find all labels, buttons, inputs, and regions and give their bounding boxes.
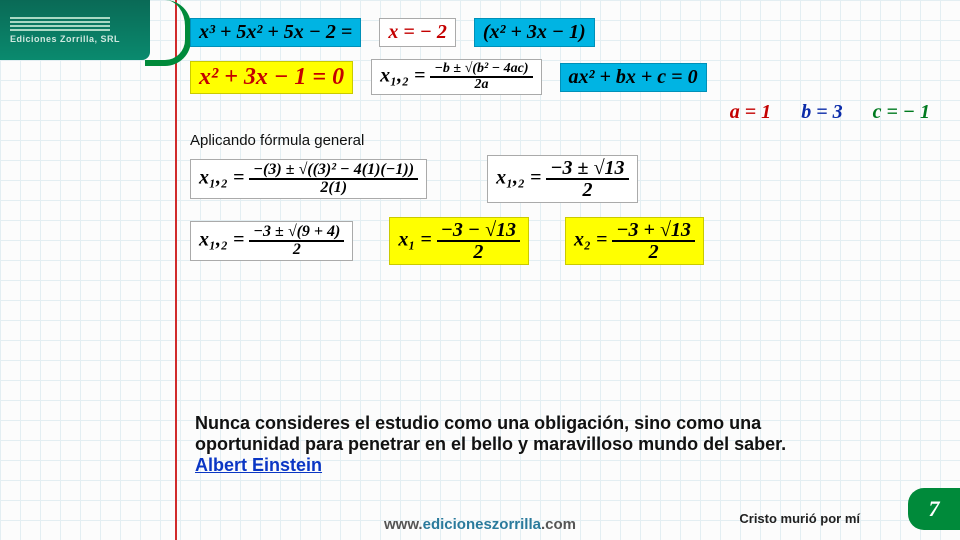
margin-rule [175,0,177,540]
row-coefs: a = 1 b = 3 c = − 1 [190,101,930,124]
footer-site: www.www.edicioneszorrilla.comedicioneszo… [384,516,576,533]
solution-2: x₂ = −3 + √13 2 [565,217,704,265]
row-step2: x₁,₂ = −3 ± √(9 + 4) 2 x₁ = −3 − √13 2 x… [190,217,930,265]
quadratic-eq: x² + 3x − 1 = 0 [190,61,353,94]
step2-den: 2 [289,242,305,258]
quote-author: Albert Einstein [195,455,322,475]
quote-block: Nunca consideres el estudio como una obl… [195,413,810,476]
std-form: ax² + bx + c = 0 [560,63,707,92]
step1-lhs: x₁,₂ = [199,167,244,189]
slide-content: x³ + 5x² + 5x − 2 = x = − 2 (x² + 3x − 1… [190,12,930,480]
step1r-box: x₁,₂ = −3 ± √13 2 [487,155,637,203]
coef-b: b = 3 [801,101,842,124]
step1-box: x₁,₂ = −(3) ± √((3)² − 4(1)(−1)) 2(1) [190,159,427,199]
step2-num: −3 ± √(9 + 4) [249,224,344,242]
row-cubic: x³ + 5x² + 5x − 2 = x = − 2 (x² + 3x − 1… [190,18,930,47]
row-step1: x₁,₂ = −(3) ± √((3)² − 4(1)(−1)) 2(1) x₁… [190,155,930,203]
sol2-num: −3 + √13 [612,220,695,242]
coef-c: c = − 1 [873,101,930,124]
step2-lhs: x₁,₂ = [199,229,244,251]
note-aplicando: Aplicando fórmula general [190,132,930,149]
cubic-expr: x³ + 5x² + 5x − 2 = [190,18,361,47]
quadratic-factor: (x² + 3x − 1) [474,18,595,47]
sol2-lhs: x₂ = [574,229,607,251]
sol1-den: 2 [469,242,487,262]
bracket-decoration [145,0,191,66]
sol1-num: −3 − √13 [437,220,520,242]
page-number: 7 [908,488,960,530]
sol2-den: 2 [645,242,663,262]
step2-box: x₁,₂ = −3 ± √(9 + 4) 2 [190,221,353,261]
sol1-lhs: x₁ = [398,229,431,251]
step1-num: −(3) ± √((3)² − 4(1)(−1)) [249,162,418,180]
quote-text: Nunca consideres el estudio como una obl… [195,413,786,454]
step1r-num: −3 ± √13 [546,158,628,180]
footer-phrase: Cristo murió por mí [739,511,860,526]
step1r-den: 2 [578,180,596,200]
coef-a: a = 1 [730,101,771,124]
solution-1: x₁ = −3 − √13 2 [389,217,529,265]
step1-den: 2(1) [316,180,351,196]
quadratic-formula: x₁,₂ = −b ± √(b² − 4ac) 2a [371,59,541,95]
root-value: x = − 2 [379,18,456,47]
row-quad: x² + 3x − 1 = 0 x₁,₂ = −b ± √(b² − 4ac) … [190,59,930,95]
formula-lhs: x₁,₂ = [380,65,425,87]
brand-text: Ediciones Zorrilla, SRL [10,34,150,44]
formula-numerator: −b ± √(b² − 4ac) [430,62,532,78]
step1r-lhs: x₁,₂ = [496,167,541,189]
formula-denominator: 2a [470,78,492,92]
brand-logo: Ediciones Zorrilla, SRL [0,0,150,60]
